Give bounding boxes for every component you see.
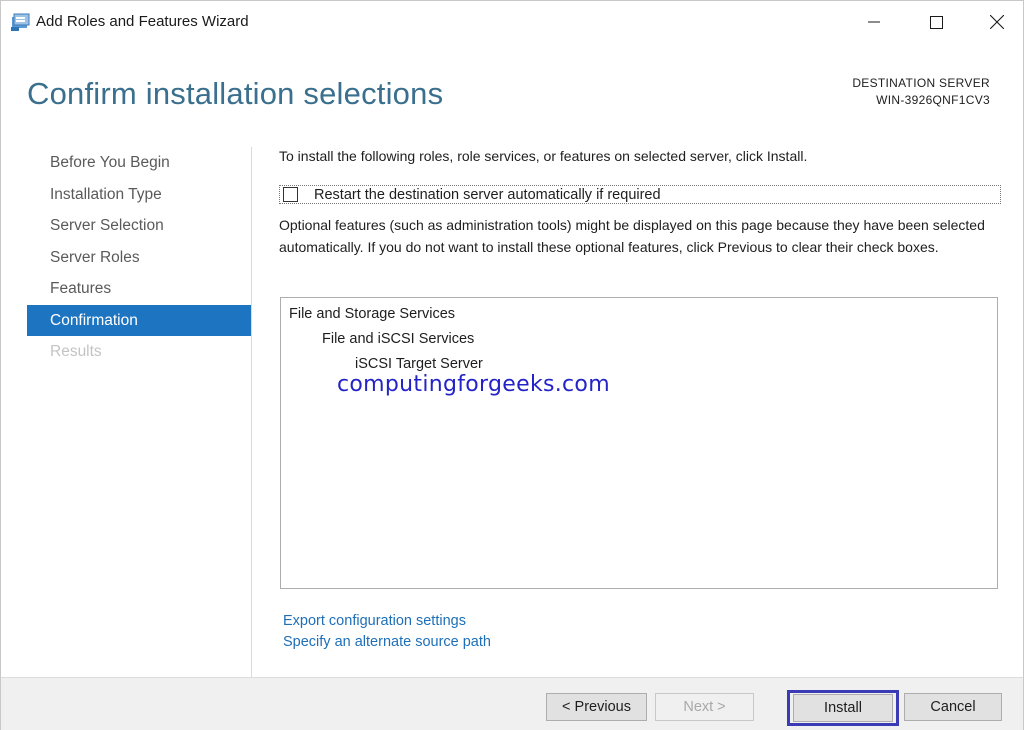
nav-item-results: Results: [50, 343, 102, 360]
next-button: Next >: [655, 693, 754, 721]
minimize-icon: [868, 21, 880, 23]
close-button[interactable]: [966, 1, 1024, 43]
page-title: Confirm installation selections: [27, 76, 444, 111]
server-manager-icon: [11, 12, 31, 32]
wizard-window: Add Roles and Features Wizard Confirm in…: [0, 0, 1024, 730]
restart-checkbox-label[interactable]: Restart the destination server automatic…: [314, 186, 661, 204]
nav-divider: [251, 147, 252, 677]
optional-features-note: Optional features (such as administratio…: [279, 217, 985, 255]
nav-item-server-selection[interactable]: Server Selection: [27, 210, 251, 242]
nav-item-before-you-begin[interactable]: Before You Begin: [27, 147, 251, 179]
watermark-text: computingforgeeks.com: [337, 372, 610, 397]
install-button[interactable]: Install: [793, 694, 893, 722]
export-configuration-link[interactable]: Export configuration settings: [283, 613, 466, 629]
nav-item-features[interactable]: Features: [27, 273, 251, 305]
list-item: iSCSI Target Server: [355, 356, 483, 372]
selections-list[interactable]: File and Storage Services File and iSCSI…: [280, 297, 998, 589]
restart-checkbox[interactable]: [283, 187, 298, 202]
minimize-button[interactable]: [843, 1, 905, 43]
previous-button[interactable]: < Previous: [546, 693, 647, 721]
maximize-button[interactable]: [905, 1, 967, 43]
nav-item-confirmation[interactable]: Confirmation: [27, 304, 251, 336]
wizard-nav: Before You Begin Installation Type Serve…: [27, 147, 251, 368]
window-title: Add Roles and Features Wizard: [36, 13, 249, 30]
destination-server-name: WIN-3926QNF1CV3: [876, 93, 990, 107]
intro-text: To install the following roles, role ser…: [279, 148, 808, 164]
destination-server-label: DESTINATION SERVER: [852, 76, 990, 90]
title-bar[interactable]: Add Roles and Features Wizard: [1, 1, 1023, 43]
list-item: File and iSCSI Services: [322, 331, 475, 347]
alternate-source-link[interactable]: Specify an alternate source path: [283, 634, 491, 650]
nav-item-server-roles[interactable]: Server Roles: [27, 242, 251, 274]
restart-checkbox-row[interactable]: Restart the destination server automatic…: [279, 185, 1001, 204]
list-item: File and Storage Services: [289, 306, 456, 322]
maximize-icon: [929, 15, 943, 29]
close-icon: [990, 15, 1004, 29]
nav-item-installation-type[interactable]: Installation Type: [27, 179, 251, 211]
cancel-button[interactable]: Cancel: [904, 693, 1002, 721]
